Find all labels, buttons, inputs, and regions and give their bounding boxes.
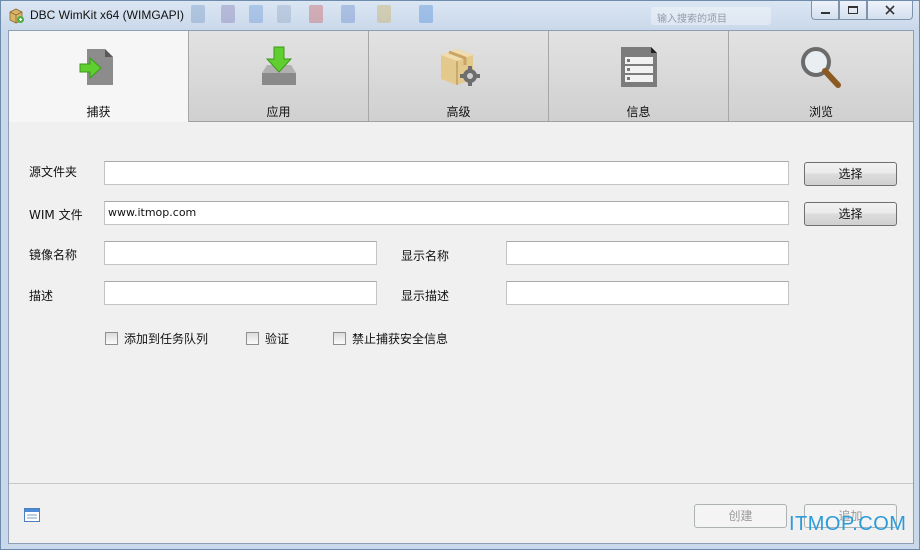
image-name-label: 镜像名称 — [29, 248, 78, 262]
title-bar[interactable]: DBC WimKit x64 (WIMGAPI) 输入搜索的项目 — [1, 1, 919, 30]
source-folder-input[interactable] — [104, 161, 789, 185]
footer-divider — [9, 483, 913, 484]
checkbox-box[interactable] — [333, 332, 346, 345]
window-controls — [811, 1, 913, 21]
window-title: DBC WimKit x64 (WIMGAPI) — [30, 8, 185, 22]
restore-icon — [848, 6, 858, 14]
watermark-logo: ITMOP.COM — [789, 513, 907, 535]
create-button[interactable]: 创建 — [694, 504, 787, 528]
description-label: 描述 — [29, 289, 54, 303]
minimize-button[interactable] — [811, 1, 839, 20]
app-icon — [9, 8, 24, 24]
display-description-label: 显示描述 — [401, 289, 450, 303]
maximize-button[interactable] — [839, 1, 867, 20]
tab-advanced[interactable]: 高级 — [369, 31, 549, 121]
tab-info[interactable]: 信息 — [549, 31, 729, 121]
image-name-input[interactable] — [104, 241, 377, 265]
source-folder-label: 源文件夹 — [29, 165, 78, 179]
tab-label: 捕获 — [86, 105, 111, 119]
magnifier-icon — [801, 47, 841, 88]
display-name-input[interactable] — [506, 241, 789, 265]
minimize-icon — [820, 12, 830, 14]
display-name-label: 显示名称 — [401, 249, 450, 263]
wim-file-label: WIM 文件 — [29, 208, 83, 222]
close-icon — [885, 5, 895, 15]
verify-checkbox[interactable]: 验证 — [246, 330, 289, 347]
info-document-icon — [620, 47, 657, 87]
description-input[interactable] — [104, 281, 377, 305]
display-description-input[interactable] — [506, 281, 789, 305]
close-button[interactable] — [867, 1, 913, 20]
wim-file-browse-button[interactable]: 选择 — [804, 202, 897, 226]
advanced-box-icon — [440, 49, 480, 86]
source-folder-browse-button[interactable]: 选择 — [804, 162, 897, 186]
tab-label: 浏览 — [808, 105, 833, 119]
checkbox-label: 验证 — [265, 332, 290, 346]
tab-label: 高级 — [446, 105, 471, 119]
main-panel: 捕获 应用 高级 信息 浏览 源文件夹 选择 WIM 文件 www.itmop.… — [8, 30, 914, 544]
no-security-info-checkbox[interactable]: 禁止捕获安全信息 — [333, 330, 448, 347]
checkbox-label: 添加到任务队列 — [124, 332, 209, 346]
app-window: DBC WimKit x64 (WIMGAPI) 输入搜索的项目 捕获 应用 高… — [0, 0, 920, 550]
tab-browse[interactable]: 浏览 — [729, 31, 913, 121]
checkbox-box[interactable] — [246, 332, 259, 345]
background-ghost-toolbar — [191, 3, 651, 27]
tab-capture[interactable]: 捕获 — [9, 31, 189, 122]
wim-file-input[interactable]: www.itmop.com — [104, 201, 789, 225]
task-queue-icon[interactable] — [24, 508, 40, 522]
tab-label: 应用 — [266, 105, 291, 119]
tab-label: 信息 — [626, 105, 651, 119]
queue-task-checkbox[interactable]: 添加到任务队列 — [105, 330, 208, 347]
background-ghost-search: 输入搜索的项目 — [651, 7, 771, 25]
capture-icon — [79, 49, 113, 85]
checkbox-box[interactable] — [105, 332, 118, 345]
apply-download-icon — [261, 46, 296, 85]
checkbox-label: 禁止捕获安全信息 — [352, 332, 449, 346]
tab-apply[interactable]: 应用 — [189, 31, 369, 121]
tab-bar: 捕获 应用 高级 信息 浏览 — [9, 31, 913, 122]
